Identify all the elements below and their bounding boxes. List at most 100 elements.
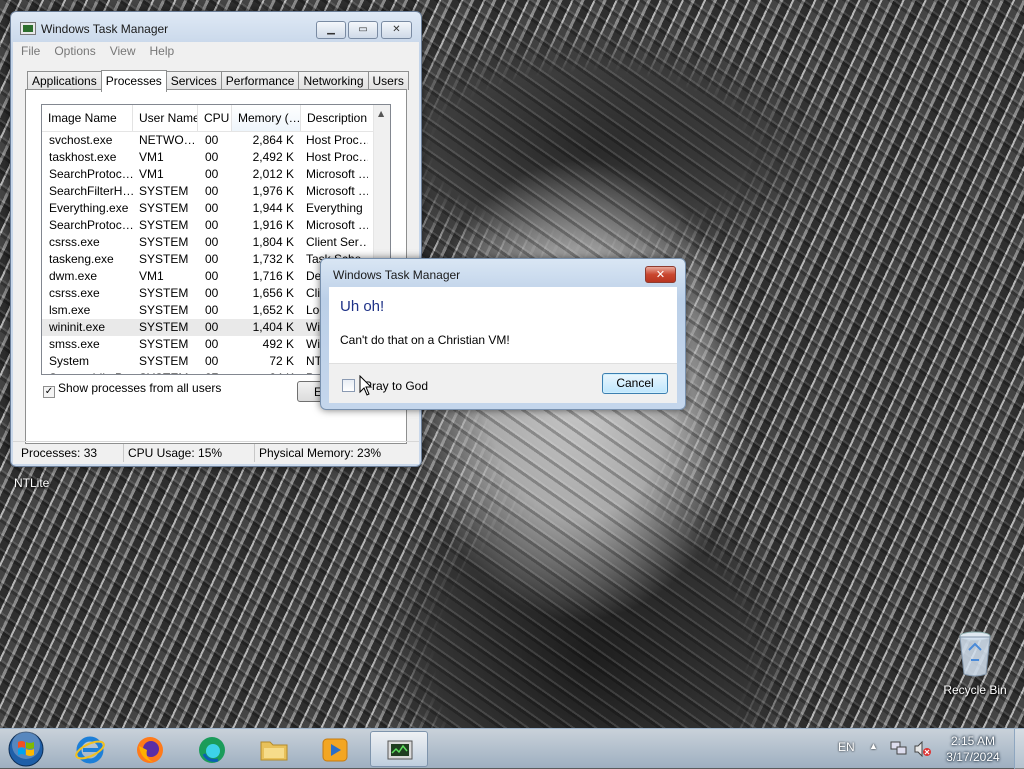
menu-options[interactable]: Options (46, 42, 101, 58)
tab-performance[interactable]: Performance (220, 71, 300, 90)
status-cpu: CPU Usage: 15% (128, 446, 223, 460)
taskbar-file-explorer[interactable] (245, 731, 303, 767)
table-row[interactable]: Everything.exe SYSTEM 00 1,944 K Everything (42, 200, 390, 217)
process-memory: 1,976 K (252, 184, 294, 198)
status-separator (123, 444, 124, 462)
dialog-body: Uh oh! Can't do that on a Christian VM! (329, 287, 677, 363)
process-memory: 2,492 K (252, 150, 294, 164)
maximize-button[interactable]: ▭ (348, 21, 378, 39)
column-cpu[interactable]: CPU (198, 105, 232, 131)
process-cpu: 00 (205, 354, 219, 368)
table-row[interactable]: csrss.exe SYSTEM 00 1,804 K Client Ser… (42, 234, 390, 251)
process-description: Microsoft … (306, 167, 368, 181)
pray-checkbox[interactable] (342, 379, 355, 392)
internet-explorer-icon (75, 736, 105, 764)
process-memory: 2,012 K (252, 167, 294, 181)
tab-networking[interactable]: Networking (298, 71, 369, 90)
taskbar-task-manager[interactable] (370, 731, 428, 767)
process-user-name: NETWO… (139, 133, 196, 147)
column-image-name[interactable]: Image Name (42, 105, 133, 131)
cancel-button[interactable]: Cancel (602, 373, 668, 394)
process-memory: 1,652 K (252, 303, 294, 317)
process-description: Host Proc… (306, 150, 368, 164)
minimize-button[interactable]: ▁ (316, 21, 346, 39)
dialog-footer: Pray to God Cancel (329, 363, 677, 403)
table-row[interactable]: SearchProtoc… SYSTEM 00 1,916 K Microsoft … (42, 217, 390, 234)
taskbar: EN ▲ 2:15 AM 3/17/2024 (0, 728, 1024, 769)
process-description: Microsoft … (306, 184, 368, 198)
dialog-close-button[interactable]: ✕ (645, 266, 676, 283)
process-list-header: Image Name User Name CPU Memory (… Descr… (42, 105, 390, 132)
scroll-up-arrow-icon[interactable]: ▲ (378, 109, 384, 118)
tab-applications[interactable]: Applications (27, 71, 102, 90)
process-image-name: csrss.exe (49, 286, 100, 300)
error-dialog: Windows Task Manager ✕ Uh oh! Can't do t… (320, 258, 686, 410)
show-all-processes-label: Show processes from all users (58, 381, 222, 395)
column-user-name[interactable]: User Name (133, 105, 198, 131)
desktop-icon-label: NTLite (14, 476, 50, 490)
table-row[interactable]: SearchProtoc… VM1 00 2,012 K Microsoft … (42, 166, 390, 183)
desktop-icon-recycle-bin[interactable]: Recycle Bin (940, 630, 1010, 697)
close-icon: ✕ (655, 268, 666, 281)
network-icon[interactable] (890, 741, 908, 757)
process-user-name: VM1 (139, 269, 164, 283)
show-desktop-button[interactable] (1014, 729, 1024, 769)
menu-file[interactable]: File (13, 42, 46, 58)
process-image-name: smss.exe (49, 337, 100, 351)
process-cpu: 00 (205, 150, 219, 164)
volume-muted-icon[interactable] (913, 741, 931, 757)
column-description[interactable]: Description (301, 105, 375, 131)
taskbar-edge[interactable] (183, 731, 241, 767)
taskbar-firefox[interactable] (121, 731, 179, 767)
process-cpu: 00 (205, 320, 219, 334)
process-cpu: 00 (205, 201, 219, 215)
start-orb-icon (8, 731, 44, 767)
close-button[interactable]: ✕ (381, 21, 412, 39)
tab-processes[interactable]: Processes (100, 70, 167, 92)
process-description: Client Ser… (306, 235, 368, 249)
show-hidden-icons-arrow-icon[interactable]: ▲ (869, 741, 878, 751)
dialog-titlebar[interactable]: Windows Task Manager ✕ (321, 259, 685, 289)
pray-checkbox-label[interactable]: Pray to God (364, 379, 428, 393)
process-image-name: lsm.exe (49, 303, 91, 317)
media-player-icon (322, 738, 348, 762)
process-memory: 1,916 K (252, 218, 294, 232)
table-row[interactable]: taskhost.exe VM1 00 2,492 K Host Proc… (42, 149, 390, 166)
process-cpu: 00 (205, 303, 219, 317)
tab-services[interactable]: Services (165, 71, 222, 90)
process-user-name: SYSTEM (139, 201, 189, 215)
firefox-icon (137, 737, 163, 763)
taskbar-media-player[interactable] (306, 731, 364, 767)
process-cpu: 00 (205, 184, 219, 198)
menu-bar: File Options View Help (13, 42, 419, 62)
process-user-name: SYSTEM (139, 354, 189, 368)
process-cpu: 87 (205, 371, 235, 374)
menu-help[interactable]: Help (142, 42, 181, 58)
clock-date: 3/17/2024 (946, 750, 1000, 764)
folder-icon (260, 741, 288, 761)
process-user-name: SYSTEM (139, 184, 189, 198)
process-user-name: SYSTEM (139, 235, 189, 249)
process-cpu: 00 (205, 133, 219, 147)
language-indicator[interactable]: EN (838, 740, 855, 754)
show-all-processes-checkbox[interactable]: ✓ Show processes from all users (43, 381, 221, 398)
process-cpu: 00 (205, 269, 219, 283)
start-button[interactable] (5, 731, 47, 767)
desktop-icon-ntlite[interactable]: NTLite (14, 474, 49, 490)
taskbar-internet-explorer[interactable] (61, 731, 119, 767)
process-memory: 24 K (238, 371, 294, 374)
table-row[interactable]: SearchFilterH… SYSTEM 00 1,976 K Microsoft … (42, 183, 390, 200)
maximize-icon: ▭ (358, 24, 368, 35)
table-row[interactable]: svchost.exe NETWO… 00 2,864 K Host Proc… (42, 132, 390, 149)
process-description: Everything (306, 201, 363, 215)
tab-users[interactable]: Users (367, 71, 409, 90)
task-manager-titlebar[interactable]: Windows Task Manager ▁ ▭ ✕ (11, 12, 421, 42)
process-user-name: SYSTEM (139, 320, 189, 334)
process-memory: 1,656 K (252, 286, 294, 300)
checkbox-icon[interactable]: ✓ (43, 386, 55, 398)
window-title: Windows Task Manager (41, 22, 169, 36)
process-user-name: SYSTEM (139, 371, 201, 374)
menu-view[interactable]: View (102, 42, 142, 58)
column-memory[interactable]: Memory (… (232, 105, 301, 131)
system-clock[interactable]: 2:15 AM 3/17/2024 (935, 733, 1011, 765)
